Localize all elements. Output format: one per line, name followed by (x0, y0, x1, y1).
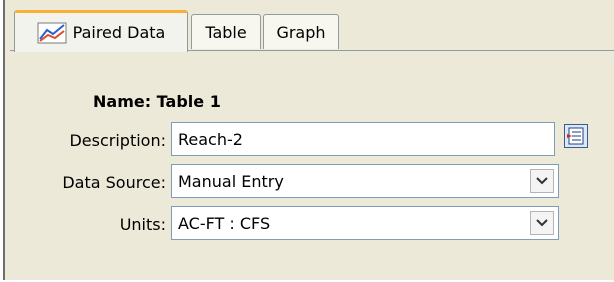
tab-label: Graph (276, 22, 326, 42)
data-source-select[interactable]: Manual Entry (171, 164, 559, 198)
units-select[interactable]: AC-FT : CFS (171, 206, 559, 240)
tab-label: Table (205, 22, 247, 42)
chevron-down-icon (536, 219, 548, 227)
description-label: Description: (69, 131, 166, 150)
data-source-value: Manual Entry (178, 171, 284, 191)
tab-label: Paired Data (72, 23, 166, 42)
units-dropdown-button[interactable] (530, 211, 554, 235)
paired-data-chart-icon (37, 22, 67, 43)
description-value: Reach-2 (178, 129, 243, 149)
name-label: Name: Table 1 (93, 92, 221, 111)
paired-data-panel: Paired Data Table Graph Name: Table 1 De… (3, 0, 614, 280)
notes-icon (567, 127, 584, 145)
data-source-label: Data Source: (62, 173, 166, 192)
tab-graph[interactable]: Graph (263, 14, 339, 49)
edit-description-button[interactable] (564, 124, 588, 148)
units-value: AC-FT : CFS (178, 213, 271, 233)
units-label: Units: (119, 215, 166, 234)
tab-table[interactable]: Table (191, 14, 261, 49)
description-field[interactable]: Reach-2 (171, 122, 555, 156)
chevron-down-icon (536, 177, 548, 185)
data-source-dropdown-button[interactable] (530, 169, 554, 193)
tab-paired-data[interactable]: Paired Data (14, 10, 188, 52)
